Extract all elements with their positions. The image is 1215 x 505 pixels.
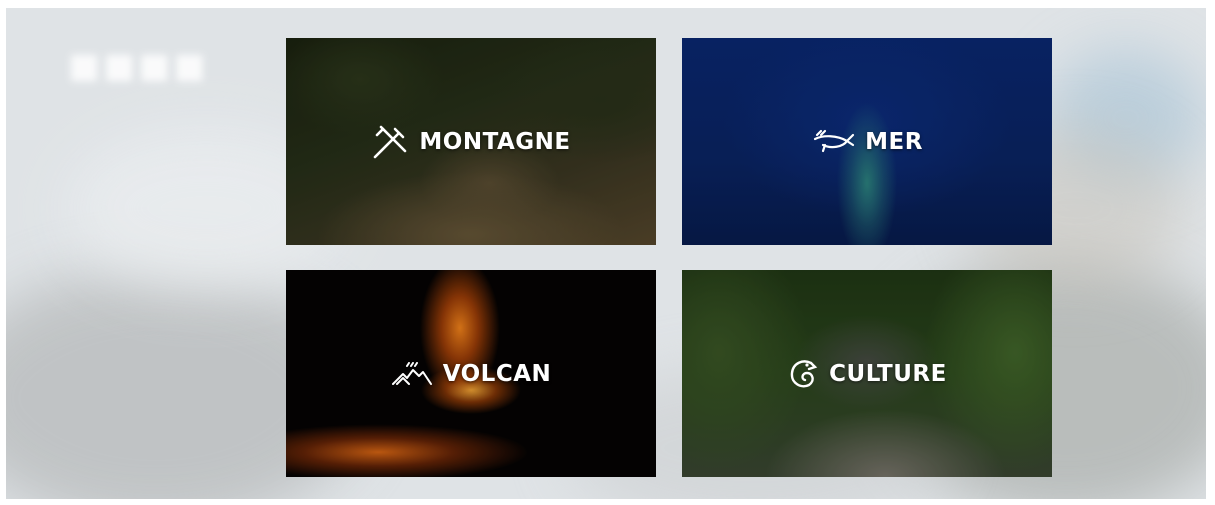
category-label-group: CULTURE <box>787 357 947 391</box>
volcano-icon <box>391 361 433 386</box>
blurred-logo: ■■■■ <box>68 46 209 86</box>
whale-icon <box>811 129 855 155</box>
category-tile-mer[interactable]: MER <box>682 38 1052 245</box>
chameleon-icon <box>787 357 819 391</box>
category-tile-culture[interactable]: CULTURE <box>682 270 1052 477</box>
hiking-poles-icon <box>371 123 409 161</box>
category-label-mer: MER <box>865 128 923 155</box>
category-label-volcan: VOLCAN <box>442 360 552 387</box>
category-tile-montagne[interactable]: MONTAGNE <box>286 38 656 245</box>
category-tile-volcan[interactable]: VOLCAN <box>286 270 656 477</box>
background-panel: ■■■■ MONTAGNE MER VOLCAN CULTURE <box>6 8 1206 499</box>
category-label-montagne: MONTAGNE <box>419 128 571 155</box>
category-label-group: MER <box>811 129 923 155</box>
category-label-culture: CULTURE <box>829 360 947 387</box>
category-label-group: MONTAGNE <box>371 123 570 161</box>
category-label-group: VOLCAN <box>391 361 552 387</box>
